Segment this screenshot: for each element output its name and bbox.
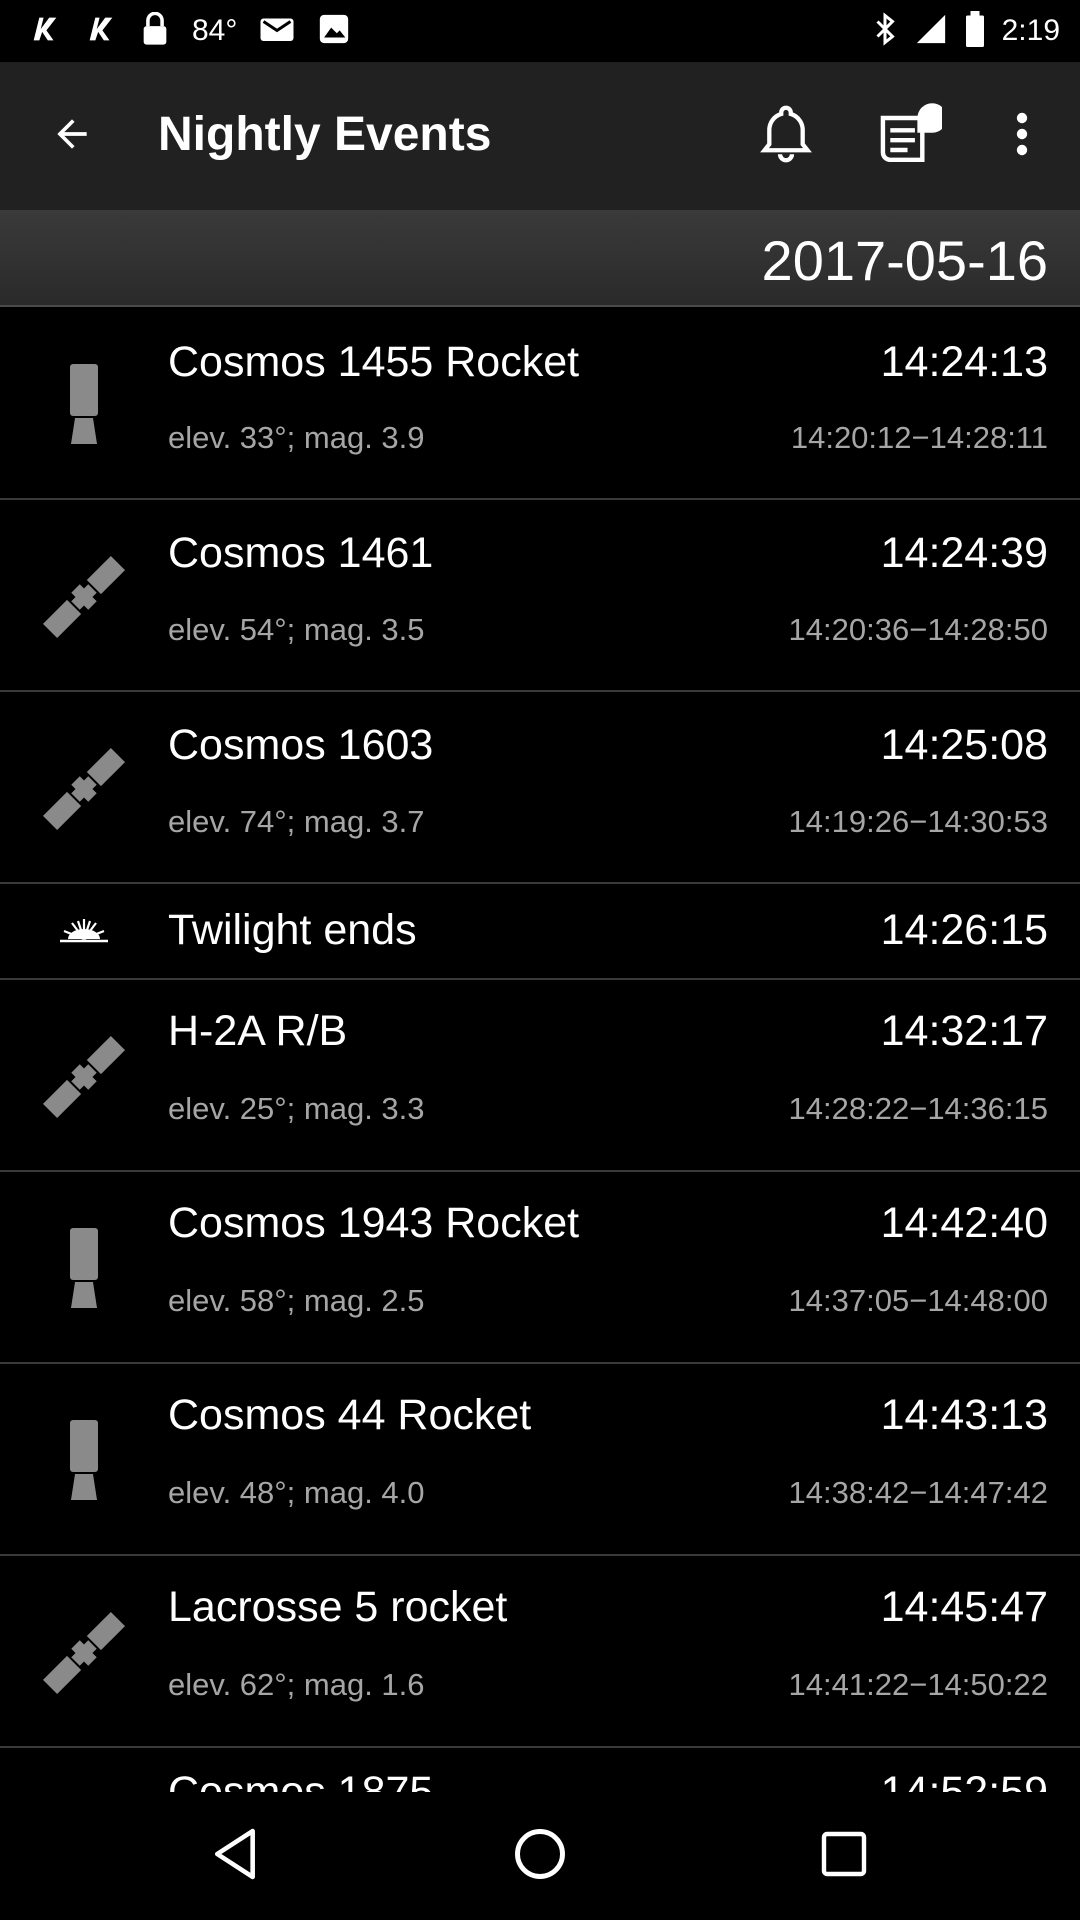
event-time: 14:26:15 — [880, 906, 1048, 954]
rocket-body-icon — [30, 1215, 138, 1323]
image-icon — [317, 12, 351, 51]
event-range: 14:38:42−14:47:42 — [788, 1475, 1048, 1510]
status-bar: 84° 2:19 — [0, 0, 1080, 62]
event-detail: elev. 54°; mag. 3.5 — [168, 612, 425, 647]
rocket-body-icon — [30, 1407, 138, 1515]
event-time: 14:43:13 — [880, 1391, 1048, 1439]
nav-home-button[interactable] — [500, 1816, 580, 1896]
news-button[interactable] — [876, 102, 947, 170]
event-time: 14:24:39 — [880, 529, 1048, 577]
event-time: 14:25:08 — [880, 721, 1048, 769]
notification-icon — [84, 12, 118, 51]
arrow-left-icon — [50, 112, 94, 161]
recents-square-icon — [820, 1830, 868, 1883]
event-detail: elev. 25°; mag. 3.3 — [168, 1091, 425, 1126]
event-detail: elev. 33°; mag. 3.9 — [168, 420, 425, 455]
event-time: 14:32:17 — [880, 1007, 1048, 1055]
bell-icon — [757, 103, 815, 170]
event-name: Cosmos 44 Rocket — [168, 1391, 532, 1439]
event-name: Cosmos 1943 Rocket — [168, 1199, 580, 1247]
navigation-bar — [0, 1792, 1080, 1920]
nav-back-button[interactable] — [196, 1816, 276, 1896]
event-detail: elev. 62°; mag. 1.6 — [168, 1667, 425, 1702]
overflow-menu-button[interactable] — [988, 102, 1056, 170]
back-triangle-icon — [211, 1826, 261, 1887]
date-header: 2017-05-16 — [0, 210, 1080, 307]
home-circle-icon — [513, 1827, 567, 1886]
event-detail: elev. 74°; mag. 3.7 — [168, 804, 425, 839]
list-item[interactable]: Lacrosse 5 rocket 14:45:47 elev. 62°; ma… — [0, 1556, 1080, 1748]
event-range: 14:37:05−14:48:00 — [788, 1283, 1048, 1318]
event-range: 14:28:22−14:36:15 — [788, 1091, 1048, 1126]
mail-icon — [259, 13, 295, 50]
satellite-icon — [30, 1599, 138, 1707]
nav-recents-button[interactable] — [804, 1816, 884, 1896]
event-name: Cosmos 1461 — [168, 529, 434, 577]
signal-icon — [914, 12, 948, 51]
list-item[interactable]: Cosmos 1461 14:24:39 elev. 54°; mag. 3.5… — [0, 500, 1080, 692]
battery-icon — [964, 10, 986, 52]
bluetooth-icon — [872, 11, 898, 52]
event-name: Lacrosse 5 rocket — [168, 1583, 508, 1631]
satellite-icon — [30, 1023, 138, 1131]
list-item[interactable]: Twilight ends 14:26:15 — [0, 884, 1080, 980]
event-name: Cosmos 1603 — [168, 721, 434, 769]
list-item[interactable]: H-2A R/B 14:32:17 elev. 25°; mag. 3.3 14… — [0, 980, 1080, 1172]
event-time: 14:52:59 — [880, 1768, 1048, 1792]
event-time: 14:45:47 — [880, 1583, 1048, 1631]
satellite-icon — [30, 735, 138, 843]
notification-icon — [28, 12, 62, 51]
clock-text: 2:19 — [1001, 14, 1060, 47]
date-label: 2017-05-16 — [761, 229, 1048, 292]
event-time: 14:42:40 — [880, 1199, 1048, 1247]
event-range: 14:19:26−14:30:53 — [788, 804, 1048, 839]
overflow-menu-icon — [1012, 110, 1032, 163]
app-bar: Nightly Events — [0, 62, 1080, 210]
event-name: H-2A R/B — [168, 1007, 348, 1055]
event-name: Cosmos 1875 — [168, 1768, 434, 1792]
list-item[interactable]: Cosmos 1875 14:52:59 — [0, 1748, 1080, 1792]
page-title: Nightly Events — [158, 108, 492, 161]
back-button[interactable] — [38, 102, 106, 170]
twilight-icon — [30, 877, 138, 985]
rocket-body-icon — [30, 351, 138, 459]
events-list[interactable]: Cosmos 1455 Rocket 14:24:13 elev. 33°; m… — [0, 307, 1080, 1792]
event-range: 14:41:22−14:50:22 — [788, 1667, 1048, 1702]
event-name: Cosmos 1455 Rocket — [168, 338, 580, 386]
lock-icon — [140, 11, 170, 51]
event-name: Twilight ends — [168, 906, 417, 954]
list-item[interactable]: Cosmos 1603 14:25:08 elev. 74°; mag. 3.7… — [0, 692, 1080, 884]
satellite-icon — [30, 543, 138, 651]
event-range: 14:20:12−14:28:11 — [790, 420, 1048, 455]
list-item[interactable]: Cosmos 1455 Rocket 14:24:13 elev. 33°; m… — [0, 307, 1080, 500]
newspaper-icon — [878, 102, 947, 170]
event-time: 14:24:13 — [880, 338, 1048, 386]
notifications-button[interactable] — [752, 102, 820, 170]
list-item[interactable]: Cosmos 44 Rocket 14:43:13 elev. 48°; mag… — [0, 1364, 1080, 1556]
event-range: 14:20:36−14:28:50 — [788, 612, 1048, 647]
event-detail: elev. 58°; mag. 2.5 — [168, 1283, 425, 1318]
event-detail: elev. 48°; mag. 4.0 — [168, 1475, 425, 1510]
temperature-text: 84° — [192, 14, 238, 47]
list-item[interactable]: Cosmos 1943 Rocket 14:42:40 elev. 58°; m… — [0, 1172, 1080, 1364]
